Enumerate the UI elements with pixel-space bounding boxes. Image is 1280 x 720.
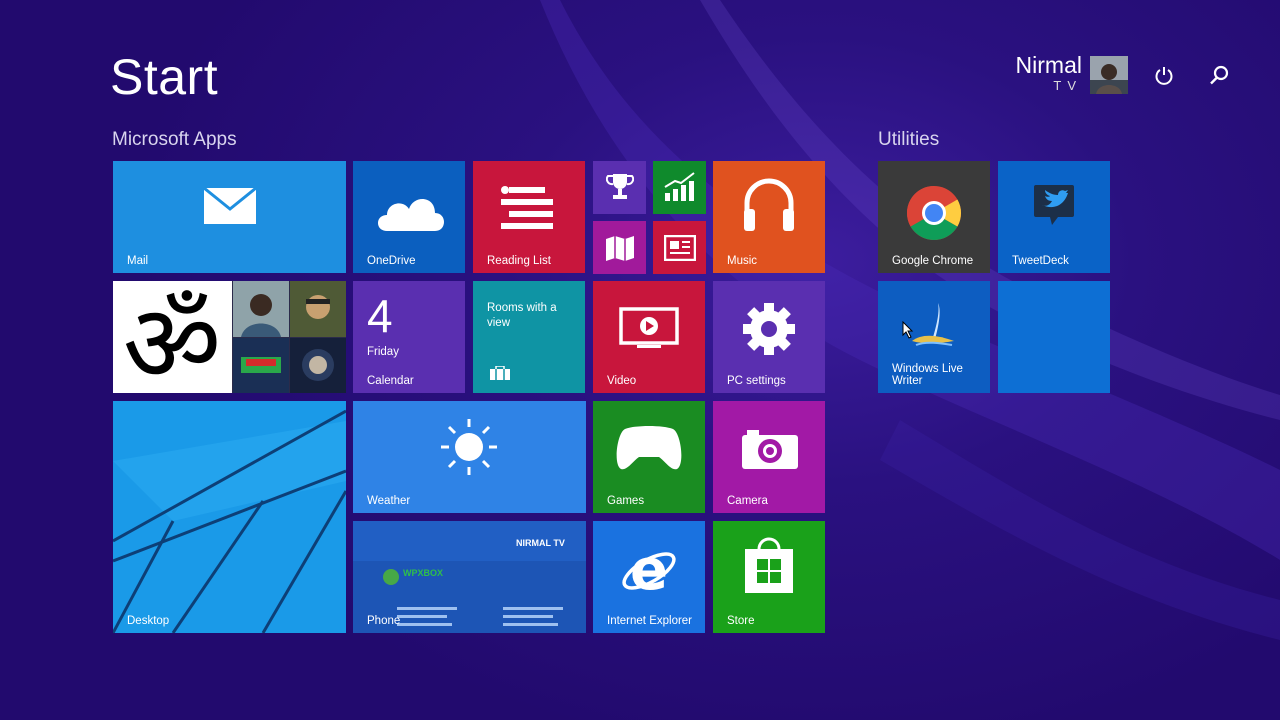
tile-label: OneDrive (367, 255, 416, 267)
tile-label: Windows Live Writer (892, 363, 963, 387)
tile-windows-live-writer[interactable]: Windows Live Writer (878, 281, 990, 393)
mail-icon (203, 187, 257, 224)
tile-mail[interactable]: Mail (113, 161, 346, 273)
trophy-icon (606, 174, 634, 199)
tile-onedrive[interactable]: OneDrive (353, 161, 465, 273)
mouse-cursor-icon (902, 321, 914, 339)
tile-games[interactable]: Games (593, 401, 705, 513)
tile-label: PC settings (727, 375, 786, 387)
group-label-microsoft-apps: Microsoft Apps (112, 129, 237, 150)
calendar-day: 4 (367, 290, 393, 342)
reading-list-icon (501, 186, 553, 229)
tile-money[interactable] (653, 161, 706, 214)
tile-label: Store (727, 615, 755, 627)
tile-label: Calendar (367, 375, 414, 387)
live-writer-icon (912, 303, 954, 346)
avatar[interactable] (1090, 56, 1128, 94)
tile-video[interactable]: Video (593, 281, 705, 393)
tile-trophy[interactable] (593, 161, 646, 214)
tile-label: Reading List (487, 255, 551, 267)
tile-label: Camera (727, 495, 768, 507)
calendar-weekday: Friday (367, 346, 399, 358)
tile-label: Desktop (127, 615, 170, 627)
tile-calendar[interactable]: 4 Friday Calendar (353, 281, 465, 393)
tile-store[interactable]: Store (713, 521, 825, 633)
power-button[interactable] (1151, 62, 1177, 88)
tile-label: Weather (367, 495, 411, 507)
tile-label: Music (727, 255, 758, 267)
tile-label: TweetDeck (1012, 255, 1069, 267)
tile-desktop[interactable]: Desktop (113, 401, 346, 633)
travel-headline: Rooms with a view (487, 302, 557, 329)
tile-label: Internet Explorer (607, 615, 693, 627)
tile-news[interactable] (653, 221, 706, 274)
tile-weather[interactable]: Weather (353, 401, 586, 513)
desktop-wallpaper (113, 401, 346, 633)
tile-pc-settings[interactable]: PC settings (713, 281, 825, 393)
group-label-utilities: Utilities (878, 129, 940, 150)
tweetdeck-icon (1034, 185, 1074, 225)
chrome-icon (906, 186, 962, 241)
tile-people[interactable]: ॐ (113, 281, 346, 393)
people-photos: ॐ (113, 281, 346, 393)
tile-phone[interactable]: NIRMAL TV WPXBOX Phone (353, 521, 586, 633)
svg-text:ॐ: ॐ (123, 282, 222, 393)
card-name: NIRMAL TV (516, 538, 565, 548)
camera-icon (742, 430, 798, 469)
search-icon (1210, 65, 1229, 85)
headphones-icon (744, 178, 794, 231)
map-icon (606, 236, 634, 261)
tile-label: Video (607, 375, 637, 387)
store-bag-icon (745, 537, 793, 593)
page-title: Start (110, 49, 219, 105)
gear-icon (743, 303, 795, 355)
user-first-name: Nirmal (1015, 52, 1082, 78)
news-icon (664, 235, 696, 261)
tile-label: Games (607, 495, 645, 507)
tile-google-chrome[interactable]: Google Chrome (878, 161, 990, 273)
tile-empty[interactable] (998, 281, 1110, 393)
tile-music[interactable]: Music (713, 161, 825, 273)
suitcase-icon (490, 366, 510, 380)
tile-label: Phone (367, 615, 401, 627)
chart-growth-icon (664, 172, 695, 201)
internet-explorer-icon: e (622, 539, 676, 599)
tile-reading-list[interactable]: Reading List (473, 161, 585, 273)
video-icon (619, 307, 679, 348)
search-button[interactable] (1206, 62, 1232, 88)
tile-camera[interactable]: Camera (713, 401, 825, 513)
tile-tweetdeck[interactable]: TweetDeck (998, 161, 1110, 273)
tile-label: Mail (127, 255, 149, 267)
card-logo: WPXBOX (403, 568, 444, 578)
sun-icon (441, 419, 497, 475)
user-last-name: TV (1053, 78, 1082, 93)
user-account[interactable]: Nirmal TV (1016, 52, 1082, 93)
cloud-icon (378, 198, 444, 231)
tile-travel[interactable]: Rooms with a view (473, 281, 585, 393)
power-icon (1155, 67, 1173, 85)
svg-text:e: e (630, 539, 668, 599)
avatar-image (1090, 56, 1128, 94)
tile-internet-explorer[interactable]: e Internet Explorer (593, 521, 705, 633)
xbox-controller-icon (616, 426, 682, 470)
tile-maps[interactable] (593, 221, 646, 274)
tile-label: Google Chrome (892, 255, 974, 267)
